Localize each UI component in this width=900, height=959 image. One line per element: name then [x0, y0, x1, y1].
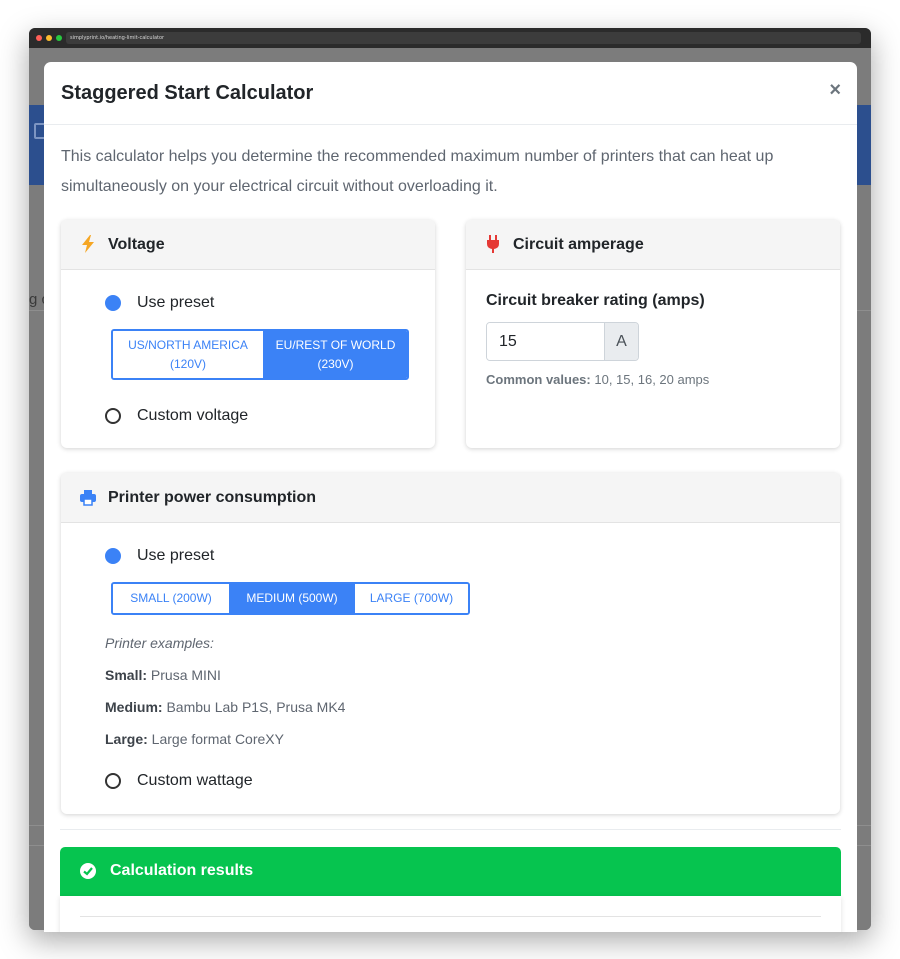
power-option-large[interactable]: LARGE (700W): [355, 584, 468, 613]
voltage-card: Voltage Use preset US/NORTH AMERICA (120V…: [61, 220, 435, 448]
calculator-modal: Staggered Start Calculator × This calcul…: [44, 62, 857, 932]
power-card-header: Printer power consumption: [61, 473, 840, 523]
minimize-window-dot[interactable]: [46, 35, 52, 41]
intro-text: This calculator helps you determine the …: [61, 148, 774, 195]
common-values-help: Common values: 10, 15, 16, 20 amps: [486, 372, 709, 387]
radio-checked-icon: [105, 548, 121, 564]
voltage-option-eu-label: EU/REST OF WORLD: [275, 337, 396, 352]
voltage-title: Voltage: [108, 236, 165, 253]
example-medium-size: Medium:: [105, 699, 163, 715]
browser-titlebar: simplyprint.io/heating-limit-calculator: [29, 28, 871, 48]
example-medium: Medium: Bambu Lab P1S, Prusa MK4: [105, 699, 345, 715]
example-large-size: Large:: [105, 731, 148, 747]
radio-unchecked-icon: [105, 773, 121, 789]
results-body: [60, 896, 841, 932]
radio-checked-icon: [105, 295, 121, 311]
voltage-option-us-sub: (120V): [169, 356, 206, 371]
voltage-custom-label: Custom voltage: [137, 407, 249, 424]
examples-heading: Printer examples:: [105, 635, 214, 651]
voltage-card-header: Voltage: [61, 220, 435, 270]
power-preset-group: SMALL (200W) MEDIUM (500W) LARGE (700W): [111, 582, 470, 615]
power-custom-radio[interactable]: Custom wattage: [105, 772, 253, 790]
results-header: Calculation results: [60, 847, 841, 896]
example-large: Large: Large format CoreXY: [105, 731, 284, 747]
power-preset-label: Use preset: [137, 547, 215, 564]
power-option-medium[interactable]: MEDIUM (500W): [230, 584, 355, 613]
amperage-unit: A: [604, 323, 638, 360]
voltage-option-us-label: US/NORTH AMERICA: [128, 337, 248, 352]
results-divider: [60, 829, 841, 830]
amperage-card: Circuit amperage Circuit breaker rating …: [466, 220, 840, 448]
radio-unchecked-icon: [105, 408, 121, 424]
lightning-icon: [82, 235, 94, 253]
modal-title: Staggered Start Calculator: [61, 82, 314, 104]
amperage-input-group: A: [486, 322, 639, 361]
voltage-option-eu-sub: (230V): [317, 356, 354, 371]
common-values-text: 10, 15, 16, 20 amps: [590, 372, 710, 387]
example-large-text: Large format CoreXY: [147, 731, 284, 747]
check-circle-icon: [80, 863, 96, 879]
plug-icon: [487, 235, 499, 253]
common-values-label: Common values:: [486, 372, 591, 387]
power-preset-radio[interactable]: Use preset: [105, 547, 214, 565]
breaker-rating-label: Circuit breaker rating (amps): [486, 292, 705, 309]
example-small: Small: Prusa MINI: [105, 667, 221, 683]
voltage-option-eu[interactable]: EU/REST OF WORLD (230V): [264, 331, 407, 378]
results-title: Calculation results: [110, 862, 254, 879]
voltage-preset-radio[interactable]: Use preset: [105, 294, 214, 312]
voltage-preset-group: US/NORTH AMERICA (120V) EU/REST OF WORLD (…: [111, 329, 409, 380]
power-title: Printer power consumption: [108, 489, 317, 506]
amperage-card-header: Circuit amperage: [466, 220, 840, 270]
voltage-option-us[interactable]: US/NORTH AMERICA (120V): [113, 331, 264, 378]
example-medium-text: Bambu Lab P1S, Prusa MK4: [162, 699, 346, 715]
voltage-custom-radio[interactable]: Custom voltage: [105, 407, 248, 425]
example-small-text: Prusa MINI: [147, 667, 221, 683]
close-window-dot[interactable]: [36, 35, 42, 41]
amperage-title: Circuit amperage: [513, 236, 644, 253]
modal-header: Staggered Start Calculator ×: [44, 62, 857, 125]
close-icon[interactable]: ×: [829, 79, 841, 102]
printer-icon: [80, 490, 96, 506]
amperage-input[interactable]: [487, 323, 604, 360]
results-rule: [80, 916, 821, 917]
power-custom-label: Custom wattage: [137, 772, 253, 789]
address-bar[interactable]: simplyprint.io/heating-limit-calculator: [66, 32, 861, 44]
power-card: Printer power consumption Use preset SMA…: [61, 473, 840, 814]
voltage-preset-label: Use preset: [137, 294, 215, 311]
maximize-window-dot[interactable]: [56, 35, 62, 41]
example-small-size: Small:: [105, 667, 148, 683]
power-option-small[interactable]: SMALL (200W): [113, 584, 230, 613]
